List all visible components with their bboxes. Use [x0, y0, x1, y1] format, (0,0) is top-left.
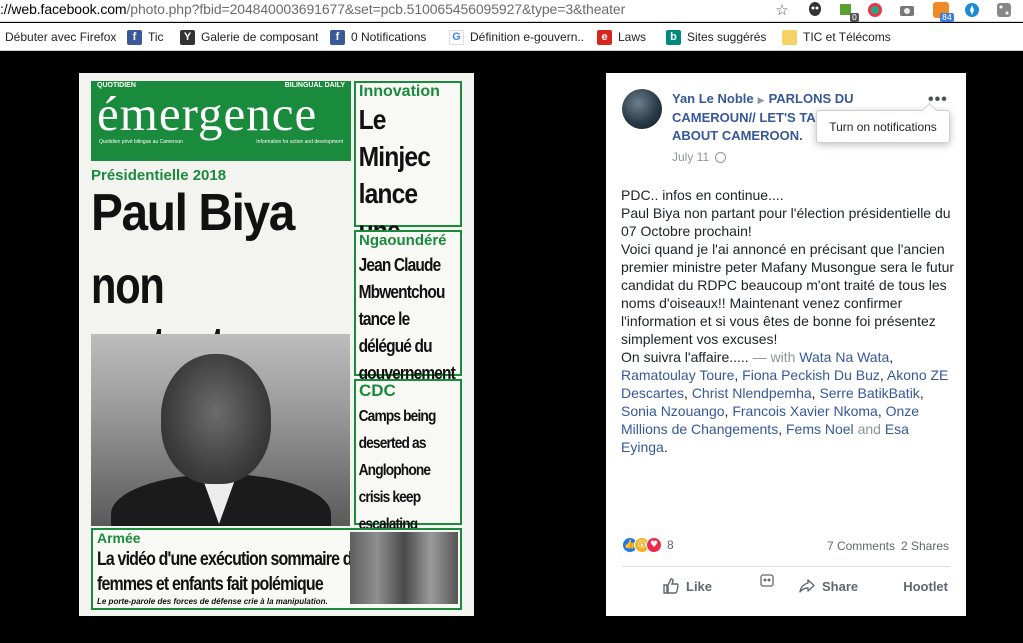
compass-icon[interactable]	[963, 1, 981, 19]
post-date[interactable]: July 11	[672, 150, 709, 164]
with-label: — with	[752, 349, 796, 365]
rss-icon[interactable]: 84	[932, 1, 954, 22]
and-label: and	[857, 421, 881, 437]
thumbs-up-icon	[663, 578, 679, 594]
author-link[interactable]: Yan Le Noble	[672, 91, 754, 106]
bookmark-label: Sites suggérés	[687, 30, 767, 44]
bookmark-item[interactable]: f 0 Notifications	[330, 29, 426, 45]
bookmark-item[interactable]: Débuter avec Firefox	[5, 29, 116, 45]
news-box: Innovation Le Minjec lance une Web Tv	[354, 81, 462, 283]
ghost-extension-icon[interactable]	[806, 1, 824, 19]
bookmark-label: TIC et Télécoms	[803, 30, 891, 44]
box-headline: La vidéo d'une exécution sommaire de fem…	[97, 549, 361, 595]
post-line: On suivra l'affaire.....	[621, 349, 749, 365]
address-bar[interactable]: ://web.facebook.com/photo.php?fbid=20484…	[0, 0, 1023, 22]
bookmark-label: Laws	[618, 30, 647, 44]
engagement-stats: 7 Comments 2 Shares	[827, 539, 949, 553]
hootlet-button[interactable]: Hootlet	[903, 579, 948, 594]
google-icon: G	[449, 29, 464, 45]
tagged-person-link[interactable]: Christ Nlendpemha	[692, 385, 812, 401]
section-label: Présidentielle 2018	[91, 167, 227, 184]
tagged-person-link[interactable]: Fiona Peckish Du Buz	[742, 367, 880, 383]
bookmark-item[interactable]: b Sites suggérés	[666, 29, 766, 45]
url-text[interactable]: ://web.facebook.com/photo.php?fbid=20484…	[0, 1, 625, 17]
avatar[interactable]	[622, 89, 662, 129]
news-box: CDC Camps being deserted as Anglophone c…	[354, 379, 462, 533]
puzzle-extension-icon[interactable]: 0	[837, 1, 859, 22]
box-kicker: Ngaoundéré	[359, 232, 447, 249]
tagged-person-link[interactable]: Ramatoulay Toure	[621, 367, 734, 383]
tagged-person-link[interactable]: Wata Na Wata	[799, 349, 889, 365]
share-label: Share	[822, 578, 859, 594]
news-box: Armée La vidéo d'une exécution sommaire …	[91, 528, 462, 610]
tooltip-text: Turn on notifications	[829, 119, 937, 134]
globe-icon	[715, 151, 727, 163]
box-subline: Le porte-parole des forces de défense cr…	[97, 597, 328, 606]
box-kicker: Armée	[97, 530, 141, 546]
bookmark-star-icon[interactable]: ☆	[773, 1, 791, 19]
tagged-person-link[interactable]: Fems Noel	[786, 421, 854, 437]
colorful-extension-icon[interactable]	[866, 1, 884, 19]
shares-count[interactable]: 2 Shares	[901, 539, 949, 553]
divider	[622, 566, 950, 567]
bookmark-item[interactable]: e Laws	[597, 29, 646, 45]
reactions-summary[interactable]: 👍 😮 ♥ 8	[622, 537, 674, 553]
post-text: PDC.. infos en continue.... Paul Biya no…	[621, 186, 955, 456]
facebook-icon: f	[127, 29, 142, 45]
dice-extension-icon[interactable]	[995, 1, 1013, 19]
main-headline: Paul Biya	[91, 184, 295, 242]
tagged-person-link[interactable]: Sonia Nzouango	[621, 403, 725, 419]
post-actions: Like Share Hootlet	[622, 573, 950, 599]
bookmark-item[interactable]: G Définition e-gouvern...	[449, 29, 585, 45]
post-panel: Yan Le Noble ▶ PARLONS DU CAMEROUN// LET'S…	[606, 73, 966, 616]
bookmarks-bar: Débuter avec Firefox f Tic Y Galerie de co…	[0, 23, 1023, 51]
tagged-person-link[interactable]: Serre BatikBatik	[819, 385, 919, 401]
masthead-tagline: Information for action and development	[256, 139, 343, 145]
newspaper-brand: émergence	[97, 86, 318, 141]
comments-count[interactable]: 7 Comments	[827, 539, 895, 553]
newspaper-photo[interactable]: QUOTIDIEN BILINGUAL DAILY émergence Quot…	[79, 73, 474, 616]
box-kicker: CDC	[359, 381, 396, 400]
masthead-tagline: Quotidien privé bilingue au Cameroun	[99, 139, 183, 145]
hootlet-label: Hootlet	[903, 578, 948, 594]
like-button[interactable]: Like	[662, 577, 712, 595]
soldiers-photo	[350, 532, 458, 604]
love-reaction-icon: ♥	[646, 537, 662, 553]
gallery-icon: Y	[180, 29, 195, 45]
bookmark-item[interactable]: f Tic	[127, 29, 164, 45]
bookmark-label: Débuter avec Firefox	[5, 30, 117, 44]
camera-icon[interactable]	[898, 1, 916, 19]
laws-icon: e	[597, 29, 612, 45]
bookmark-label: Définition e-gouvern...	[470, 30, 585, 44]
portrait-photo	[91, 334, 350, 526]
box-kicker: Innovation	[359, 83, 440, 100]
post-line: PDC.. infos en continue....	[621, 187, 784, 203]
tagged-person-link[interactable]: Francois Xavier Nkoma	[732, 403, 878, 419]
bookmark-label: 0 Notifications	[351, 30, 427, 44]
caret-right-icon: ▶	[757, 95, 765, 105]
news-box: Ngaoundéré Jean Claude Mbwentchou tance …	[354, 230, 462, 383]
box-headline: Jean Claude Mbwentchou tance le délégué …	[358, 255, 456, 383]
notifications-tooltip[interactable]: Turn on notifications	[816, 110, 950, 143]
bing-icon: b	[666, 29, 681, 45]
folder-icon	[782, 29, 797, 45]
newspaper-masthead: QUOTIDIEN BILINGUAL DAILY émergence Quot…	[91, 81, 351, 171]
photo-theater: QUOTIDIEN BILINGUAL DAILY émergence Quot…	[0, 52, 1023, 643]
bookmark-label: Tic	[148, 30, 164, 44]
reaction-count: 8	[667, 538, 674, 552]
post-meta: July 11	[672, 150, 727, 164]
post-line: Paul Biya non partant pour l'élection pr…	[621, 205, 951, 239]
facebook-icon: f	[330, 29, 345, 45]
post-line: Voici quand je l'ai annoncé en précisant…	[621, 241, 955, 347]
box-headline: Camps being deserted as Anglophone crisi…	[358, 408, 437, 533]
hootlet-owl-icon[interactable]	[760, 573, 774, 590]
like-label: Like	[686, 578, 713, 594]
bookmark-label: Galerie de composants...	[201, 30, 318, 44]
tagged-line: On suivra l'affaire..... — with Wata Na …	[621, 349, 949, 455]
bookmark-item[interactable]: Y Galerie de composants...	[180, 29, 318, 45]
share-arrow-icon	[799, 579, 815, 593]
bookmark-item[interactable]: TIC et Télécoms	[782, 29, 891, 45]
share-button[interactable]: Share	[798, 577, 858, 595]
